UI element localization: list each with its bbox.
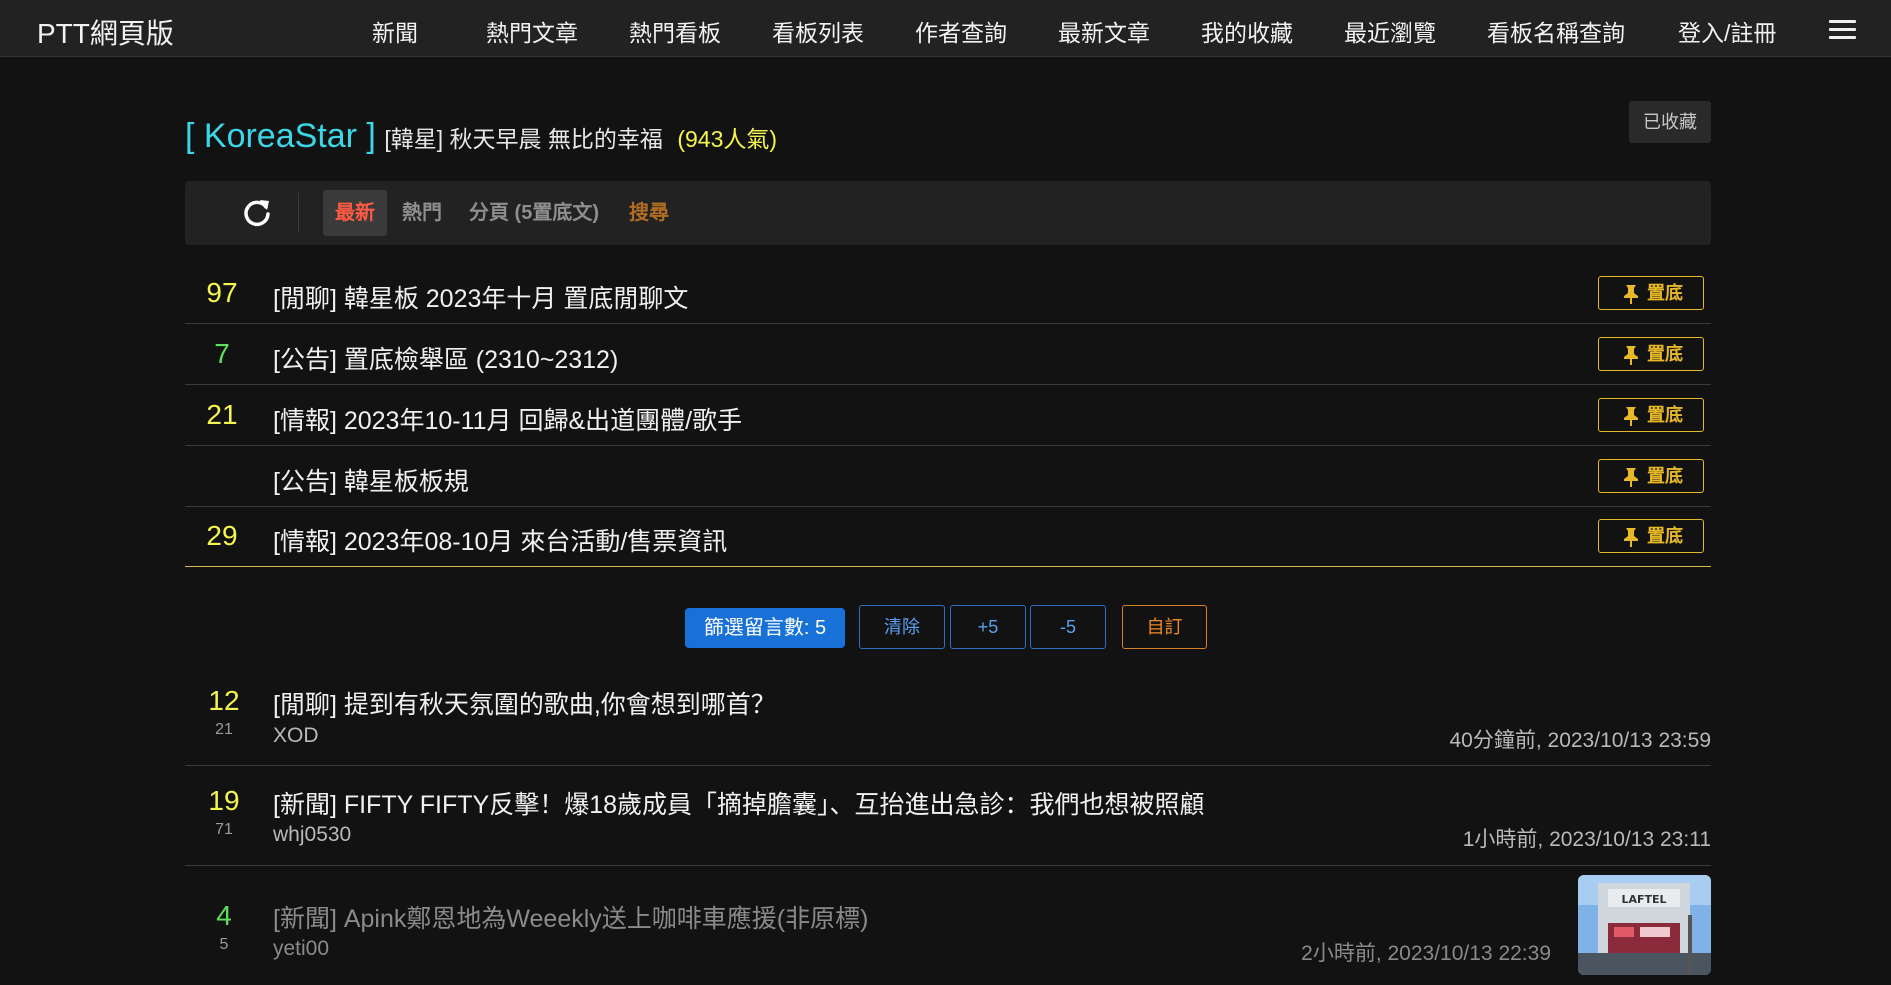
thumbnail-sign-text: LAFTEL [1621, 893, 1666, 906]
nav-news[interactable]: 新聞 [372, 14, 418, 48]
pin-icon [1624, 407, 1638, 426]
board-name[interactable]: [ KoreaStar ] [185, 117, 376, 155]
nav-my-favorites[interactable]: 我的收藏 [1201, 14, 1293, 48]
post-row[interactable]: 12 21 [閒聊] 提到有秋天氛圍的歌曲,你會想到哪首？ XOD 40分鐘前,… [185, 677, 1711, 766]
post-title[interactable]: [情報] 2023年10-11月 回歸&出道團體/歌手 [273, 401, 742, 437]
pin-icon [1624, 285, 1638, 304]
pinned-label: 置底 [1647, 466, 1683, 486]
post-row[interactable]: 4 5 [新聞] Apink鄭恩地為Weeekly送上咖啡車應援(非原標) ye… [185, 865, 1711, 985]
pinned-badge: 置底 [1598, 398, 1704, 432]
recommend-count: 29 [206, 520, 238, 551]
board-header: [ KoreaStar ] [韓星] 秋天早晨 無比的幸福 (943人氣) [185, 117, 777, 156]
comment-count: 21 [215, 721, 233, 738]
recommend-count: 12 [208, 685, 240, 716]
board-description: [韓星] 秋天早晨 無比的幸福 [384, 126, 663, 152]
tab-hot[interactable]: 熱門 [402, 190, 442, 236]
post-title[interactable]: [閒聊] 韓星板 2023年十月 置底閒聊文 [273, 279, 688, 315]
pinned-label: 置底 [1647, 405, 1683, 425]
filter-minus-button[interactable]: -5 [1030, 605, 1106, 649]
nav-author-search[interactable]: 作者查詢 [915, 14, 1007, 48]
nav-hot-boards[interactable]: 熱門看板 [629, 14, 721, 48]
board-popularity: (943人氣) [677, 126, 778, 152]
favorite-button[interactable]: 已收藏 [1629, 101, 1711, 143]
post-time: 2小時前, 2023/10/13 22:39 [1301, 942, 1551, 965]
pinned-label: 置底 [1647, 526, 1683, 546]
board-toolbar: 最新 熱門 分頁 (5置底文) 搜尋 [185, 181, 1711, 245]
nav-login-register[interactable]: 登入/註冊 [1678, 14, 1776, 48]
recommend-count: 19 [208, 785, 240, 816]
post-thumbnail[interactable]: LAFTEL [1578, 875, 1711, 975]
post-title[interactable]: [閒聊] 提到有秋天氛圍的歌曲,你會想到哪首？ [273, 685, 776, 721]
pinned-label: 置底 [1647, 283, 1683, 303]
post-author[interactable]: yeti00 [273, 937, 329, 961]
sticky-post[interactable]: 7 [公告] 置底檢舉區 (2310~2312) 置底 [185, 324, 1711, 385]
filter-custom-button[interactable]: 自訂 [1122, 605, 1207, 649]
pinned-badge: 置底 [1598, 459, 1704, 493]
nav-board-name-search[interactable]: 看板名稱查詢 [1487, 14, 1625, 48]
filter-clear-button[interactable]: 清除 [859, 605, 945, 649]
pin-icon [1624, 528, 1638, 547]
pinned-label: 置底 [1647, 344, 1683, 364]
sticky-post[interactable]: 21 [情報] 2023年10-11月 回歸&出道團體/歌手 置底 [185, 385, 1711, 446]
sticky-post[interactable]: 29 [情報] 2023年08-10月 來台活動/售票資訊 置底 [185, 506, 1711, 567]
refresh-icon[interactable] [241, 197, 273, 229]
nav-hot-articles[interactable]: 熱門文章 [486, 14, 578, 48]
sticky-post[interactable]: 97 [閒聊] 韓星板 2023年十月 置底閒聊文 置底 [185, 263, 1711, 324]
post-title[interactable]: [情報] 2023年08-10月 來台活動/售票資訊 [273, 522, 727, 558]
nav-board-list[interactable]: 看板列表 [772, 14, 864, 48]
post-title[interactable]: [公告] 置底檢舉區 (2310~2312) [273, 340, 618, 376]
post-title[interactable]: [新聞] Apink鄭恩地為Weeekly送上咖啡車應援(非原標) [273, 899, 868, 935]
pinned-badge: 置底 [1598, 519, 1704, 553]
post-author[interactable]: whj0530 [273, 823, 351, 847]
post-row[interactable]: 19 71 [新聞] FIFTY FIFTY反擊！爆18歲成員「摘掉膽囊」、互抬… [185, 765, 1711, 866]
site-brand[interactable]: PTT網頁版 [37, 12, 174, 52]
tab-pages[interactable]: 分頁 (5置底文) [469, 190, 599, 236]
toolbar-divider [298, 193, 299, 233]
nav-recent-browse[interactable]: 最近瀏覽 [1344, 14, 1436, 48]
comment-count: 5 [219, 936, 229, 953]
recommend-count: 21 [206, 399, 238, 430]
comment-count: 71 [215, 821, 233, 838]
tab-search[interactable]: 搜尋 [629, 190, 669, 236]
filter-plus-button[interactable]: +5 [950, 605, 1026, 649]
comment-filter-label: 篩選留言數: 5 [685, 608, 845, 648]
pinned-badge: 置底 [1598, 276, 1704, 310]
post-title[interactable]: [公告] 韓星板板規 [273, 462, 469, 498]
menu-icon[interactable] [1829, 20, 1856, 40]
recommend-count: 7 [214, 338, 230, 369]
post-author[interactable]: XOD [273, 724, 319, 748]
post-time: 40分鐘前, 2023/10/13 23:59 [1449, 729, 1711, 752]
pin-icon [1624, 346, 1638, 365]
recommend-count: 4 [216, 900, 232, 931]
nav-latest-articles[interactable]: 最新文章 [1058, 14, 1150, 48]
post-time: 1小時前, 2023/10/13 23:11 [1462, 828, 1711, 851]
sticky-post[interactable]: [公告] 韓星板板規 置底 [185, 446, 1711, 507]
pin-icon [1624, 468, 1638, 487]
post-title[interactable]: [新聞] FIFTY FIFTY反擊！爆18歲成員「摘掉膽囊」、互抬進出急診：我… [273, 785, 1205, 821]
pinned-badge: 置底 [1598, 337, 1704, 371]
top-navbar: PTT網頁版 新聞 熱門文章 熱門看板 看板列表 作者查詢 最新文章 我的收藏 … [0, 0, 1891, 57]
recommend-count: 97 [206, 277, 238, 308]
tab-latest[interactable]: 最新 [323, 190, 387, 236]
